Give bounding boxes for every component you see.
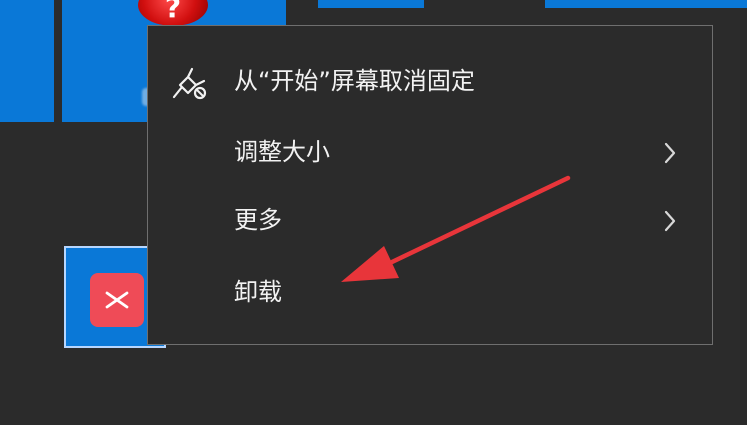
start-tile-top-strip-2[interactable] — [545, 0, 747, 8]
chevron-right-icon — [664, 210, 676, 232]
chevron-right-icon — [664, 142, 676, 164]
app-icon — [90, 273, 144, 327]
menu-item-more[interactable]: 更多 — [148, 195, 712, 245]
start-tile-left[interactable] — [0, 0, 54, 122]
unpin-icon — [172, 67, 207, 100]
start-tile-context-menu: 从“开始”屏幕取消固定 调整大小 更多 卸载 — [147, 25, 713, 345]
start-tile-top-strip-1[interactable] — [318, 0, 424, 8]
menu-item-label: 从“开始”屏幕取消固定 — [234, 67, 475, 95]
menu-item-resize[interactable]: 调整大小 — [148, 127, 712, 177]
app-badge-glyph: ? — [164, 0, 182, 24]
menu-item-label: 更多 — [234, 206, 282, 234]
menu-item-label: 调整大小 — [234, 138, 330, 166]
menu-item-unpin-from-start[interactable]: 从“开始”屏幕取消固定 — [148, 56, 712, 106]
menu-item-label: 卸载 — [234, 278, 282, 306]
bowtie-icon — [105, 291, 129, 309]
menu-item-uninstall[interactable]: 卸载 — [148, 267, 712, 317]
